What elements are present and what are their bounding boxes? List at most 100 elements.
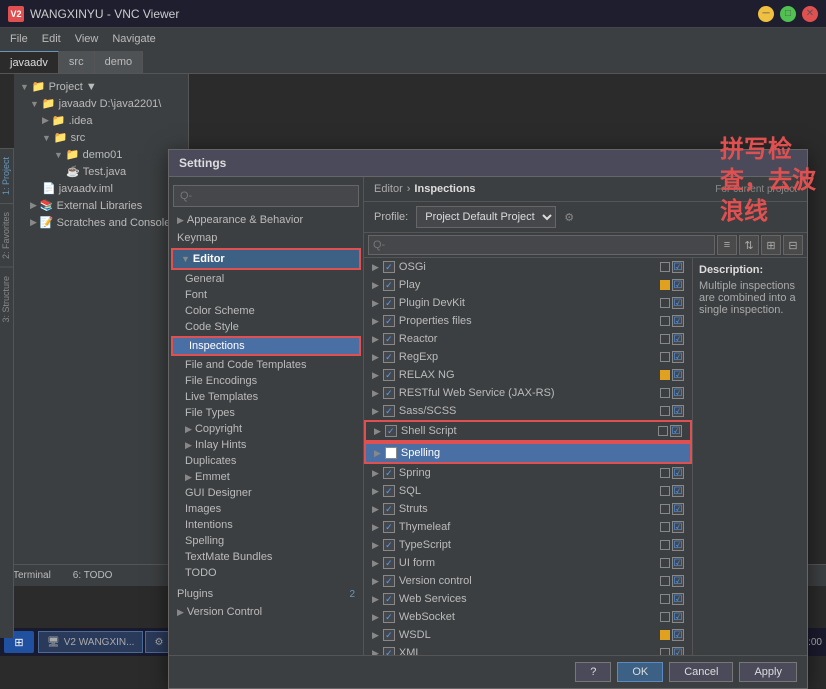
nav-keymap[interactable]: Keymap (169, 229, 363, 247)
insp-plugin-devkit[interactable]: ▶ ✓ Plugin DevKit ☑ (364, 294, 692, 312)
insp-wsdl[interactable]: ▶ ✓ WSDL ☑ (364, 626, 692, 644)
maximize-button[interactable]: □ (780, 6, 796, 22)
check-plugin[interactable]: ✓ (383, 297, 395, 309)
insp-osgi[interactable]: ▶ ✓ OSGi ☑ (364, 258, 692, 276)
insp-thymeleaf[interactable]: ▶ ✓ Thymeleaf ☑ (364, 518, 692, 536)
insp-websocket[interactable]: ▶ ✓ WebSocket ☑ (364, 608, 692, 626)
check-spring[interactable]: ✓ (383, 467, 395, 479)
tree-javaadv[interactable]: ▼ 📁 javaadv D:\java2201\ (14, 95, 188, 112)
insp-webservices[interactable]: ▶ ✓ Web Services ☑ (364, 590, 692, 608)
check-osgi[interactable]: ✓ (383, 261, 395, 273)
insp-play[interactable]: ▶ ✓ Play ☑ (364, 276, 692, 294)
side-label-project[interactable]: 1: Project (0, 148, 13, 203)
insp-shell[interactable]: ▶ ✓ Shell Script ☑ (366, 422, 690, 440)
insp-properties[interactable]: ▶ ✓ Properties files ☑ (364, 312, 692, 330)
check-shell[interactable]: ✓ (385, 425, 397, 437)
check-properties[interactable]: ✓ (383, 315, 395, 327)
filter-button[interactable]: ≡ (717, 235, 737, 255)
insp-uiform[interactable]: ▶ ✓ UI form ☑ (364, 554, 692, 572)
insp-sql[interactable]: ▶ ✓ SQL ☑ (364, 482, 692, 500)
tree-idea[interactable]: ▶ 📁 .idea (14, 112, 188, 129)
insp-regexp[interactable]: ▶ ✓ RegExp ☑ (364, 348, 692, 366)
check-websocket[interactable]: ✓ (383, 611, 395, 623)
nav-live-templates[interactable]: Live Templates (169, 389, 363, 405)
menu-file[interactable]: File (4, 31, 34, 47)
tree-project[interactable]: ▼ 📁 Project ▼ (14, 78, 188, 95)
check-restful[interactable]: ✓ (383, 387, 395, 399)
check-wsdl[interactable]: ✓ (383, 629, 395, 641)
menu-view[interactable]: View (69, 31, 105, 47)
insp-restful[interactable]: ▶ ✓ RESTful Web Service (JAX-RS) ☑ (364, 384, 692, 402)
check-uiform[interactable]: ✓ (383, 557, 395, 569)
check-reactor[interactable]: ✓ (383, 333, 395, 345)
tree-iml[interactable]: 📄 javaadv.iml (14, 180, 188, 197)
check-sql[interactable]: ✓ (383, 485, 395, 497)
insp-typescript[interactable]: ▶ ✓ TypeScript ☑ (364, 536, 692, 554)
tab-demo[interactable]: demo (95, 51, 144, 73)
inspection-search-input[interactable] (368, 235, 715, 255)
side-label-favorites[interactable]: 2: Favorites (0, 203, 13, 267)
profile-select[interactable]: Project Default Project (416, 206, 556, 228)
side-label-structure[interactable]: 3: Structure (0, 267, 13, 331)
check-struts[interactable]: ✓ (383, 503, 395, 515)
window-controls[interactable]: ─ □ ✕ (758, 6, 818, 22)
settings-search-input[interactable] (173, 185, 359, 207)
nav-plugins[interactable]: Plugins 2 (169, 585, 363, 603)
tree-external-libs[interactable]: ▶ 📚 External Libraries (14, 197, 188, 214)
check-regexp[interactable]: ✓ (383, 351, 395, 363)
check-typescript[interactable]: ✓ (383, 539, 395, 551)
insp-xml[interactable]: ▶ ✓ XML ☑ (364, 644, 692, 655)
columns-button[interactable]: ⊟ (783, 235, 803, 255)
gear-icon[interactable]: ⚙ (564, 211, 574, 224)
sort-button[interactable]: ⇅ (739, 235, 759, 255)
nav-file-types[interactable]: File Types (169, 405, 363, 421)
check-play[interactable]: ✓ (383, 279, 395, 291)
check-relaxng[interactable]: ✓ (383, 369, 395, 381)
nav-intentions[interactable]: Intentions (169, 517, 363, 533)
nav-code-style[interactable]: Code Style (169, 319, 363, 335)
menu-edit[interactable]: Edit (36, 31, 67, 47)
tab-src[interactable]: src (59, 51, 95, 73)
nav-editor[interactable]: ▼ Editor (173, 250, 359, 268)
tab-todo[interactable]: 6: TODO (64, 567, 122, 584)
nav-inspections[interactable]: Inspections (173, 338, 359, 354)
nav-copyright[interactable]: ▶ Copyright (169, 421, 363, 437)
nav-general[interactable]: General (169, 271, 363, 287)
close-button[interactable]: ✕ (802, 6, 818, 22)
nav-images[interactable]: Images (169, 501, 363, 517)
tab-javaadv[interactable]: javaadv (0, 51, 59, 73)
menu-navigate[interactable]: Navigate (106, 31, 161, 47)
insp-versioncontrol[interactable]: ▶ ✓ Version control ☑ (364, 572, 692, 590)
taskbar-vnc[interactable]: 🖥 V2 WANGXIN... (38, 631, 143, 653)
nav-inlay-hints[interactable]: ▶ Inlay Hints (169, 437, 363, 453)
tree-scratches[interactable]: ▶ 📝 Scratches and Console (14, 214, 188, 231)
insp-sass[interactable]: ▶ ✓ Sass/SCSS ☑ (364, 402, 692, 420)
minimize-button[interactable]: ─ (758, 6, 774, 22)
check-versioncontrol[interactable]: ✓ (383, 575, 395, 587)
nav-version-control[interactable]: ▶ Version Control (169, 603, 363, 621)
nav-file-code-templates[interactable]: File and Code Templates (169, 357, 363, 373)
insp-struts[interactable]: ▶ ✓ Struts ☑ (364, 500, 692, 518)
nav-todo[interactable]: TODO (169, 565, 363, 581)
expand-button[interactable]: ⊞ (761, 235, 781, 255)
insp-spelling[interactable]: ▶ Spelling (366, 444, 690, 462)
insp-reactor[interactable]: ▶ ✓ Reactor ☑ (364, 330, 692, 348)
check-spelling[interactable] (385, 447, 397, 459)
cancel-button[interactable]: Cancel (669, 662, 733, 682)
nav-file-encodings[interactable]: File Encodings (169, 373, 363, 389)
nav-spelling[interactable]: Spelling (169, 533, 363, 549)
tree-demo01[interactable]: ▼ 📁 demo01 (14, 146, 188, 163)
apply-button[interactable]: Apply (739, 662, 797, 682)
insp-relaxng[interactable]: ▶ ✓ RELAX NG ☑ (364, 366, 692, 384)
nav-gui-designer[interactable]: GUI Designer (169, 485, 363, 501)
check-thymeleaf[interactable]: ✓ (383, 521, 395, 533)
ok-button[interactable]: OK (617, 662, 663, 682)
nav-color-scheme[interactable]: Color Scheme (169, 303, 363, 319)
check-webservices[interactable]: ✓ (383, 593, 395, 605)
check-sass[interactable]: ✓ (383, 405, 395, 417)
help-button[interactable]: ? (575, 662, 611, 682)
nav-font[interactable]: Font (169, 287, 363, 303)
nav-duplicates[interactable]: Duplicates (169, 453, 363, 469)
tree-testjava[interactable]: ☕ Test.java (14, 163, 188, 180)
check-xml[interactable]: ✓ (383, 647, 395, 655)
